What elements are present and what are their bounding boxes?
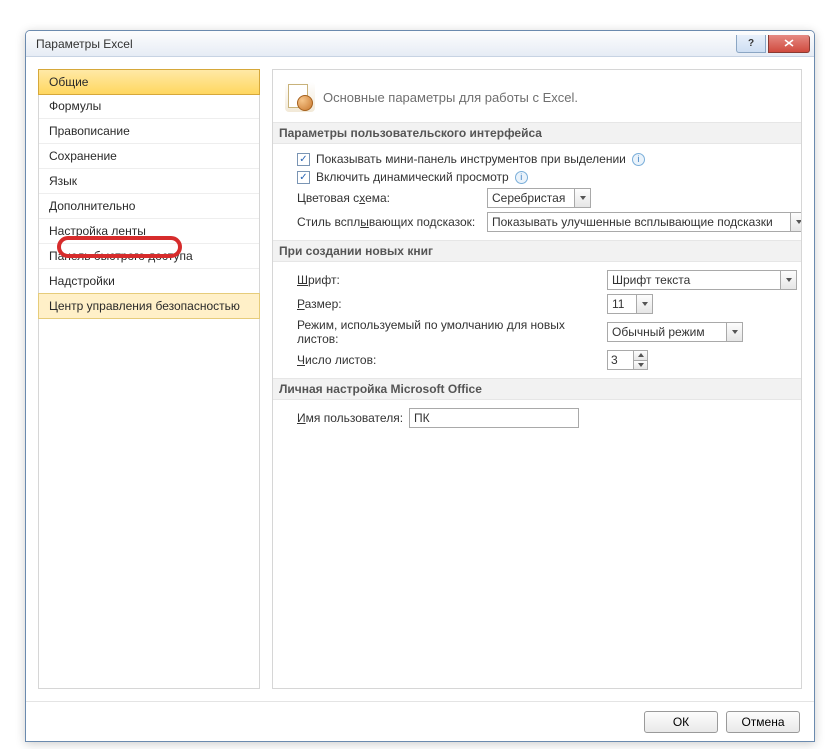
label-sheets: Число листов:: [297, 353, 597, 367]
label-tooltip-style: Стиль всплывающих подсказок:: [297, 215, 477, 229]
close-button[interactable]: [768, 35, 810, 53]
options-dialog: Параметры Excel ? Общие Формулы Правопис…: [25, 30, 815, 742]
nav-item-quick-access[interactable]: Панель быстрого доступа: [39, 244, 259, 269]
combo-tooltip-style[interactable]: Показывать улучшенные всплывающие подска…: [487, 212, 802, 232]
label-default-view: Режим, используемый по умолчанию для нов…: [297, 318, 597, 346]
combo-default-view[interactable]: Обычный режим: [607, 322, 743, 342]
nav-item-save[interactable]: Сохранение: [39, 144, 259, 169]
label-live-preview: Включить динамический просмотр: [316, 170, 509, 184]
spinner-sheets[interactable]: 3: [607, 350, 648, 370]
nav-item-trust-center[interactable]: Центр управления безопасностью: [38, 293, 260, 319]
spinner-up-icon: [633, 350, 648, 360]
window-title: Параметры Excel: [36, 37, 133, 51]
label-color-scheme: Цветовая схема:: [297, 191, 477, 205]
help-button[interactable]: ?: [736, 35, 766, 53]
ok-button[interactable]: ОК: [644, 711, 718, 733]
content-pane: Основные параметры для работы с Excel. П…: [272, 69, 802, 689]
page-subtitle: Основные параметры для работы с Excel.: [323, 90, 578, 105]
chevron-down-icon: [780, 271, 796, 289]
label-size: Размер:: [297, 297, 597, 311]
nav-item-addins[interactable]: Надстройки: [39, 269, 259, 294]
nav-item-proofing[interactable]: Правописание: [39, 119, 259, 144]
info-icon[interactable]: i: [515, 171, 528, 184]
combo-color-scheme[interactable]: Серебристая: [487, 188, 591, 208]
page-icon: [285, 82, 315, 112]
spinner-down-icon: [633, 360, 648, 371]
nav-item-advanced[interactable]: Дополнительно: [39, 194, 259, 219]
section-newbook-header: При создании новых книг: [273, 240, 801, 262]
chevron-down-icon: [636, 295, 652, 313]
label-font: Шрифт:: [297, 273, 597, 287]
nav-item-general[interactable]: Общие: [38, 69, 260, 95]
info-icon[interactable]: i: [632, 153, 645, 166]
chevron-down-icon: [574, 189, 590, 207]
section-ui-header: Параметры пользовательского интерфейса: [273, 122, 801, 144]
section-personal-header: Личная настройка Microsoft Office: [273, 378, 801, 400]
input-username[interactable]: ПК: [409, 408, 579, 428]
checkbox-mini-toolbar[interactable]: ✓: [297, 153, 310, 166]
nav-item-language[interactable]: Язык: [39, 169, 259, 194]
label-mini-toolbar: Показывать мини-панель инструментов при …: [316, 152, 626, 166]
chevron-down-icon: [790, 213, 802, 231]
dialog-footer: ОК Отмена: [26, 701, 814, 741]
nav-item-formulas[interactable]: Формулы: [39, 94, 259, 119]
label-username: Имя пользователя:: [297, 411, 403, 425]
combo-size[interactable]: 11: [607, 294, 653, 314]
chevron-down-icon: [726, 323, 742, 341]
title-bar: Параметры Excel ?: [26, 31, 814, 57]
cancel-button[interactable]: Отмена: [726, 711, 800, 733]
checkbox-live-preview[interactable]: ✓: [297, 171, 310, 184]
combo-font[interactable]: Шрифт текста: [607, 270, 797, 290]
category-nav: Общие Формулы Правописание Сохранение Яз…: [38, 69, 260, 689]
nav-item-customize-ribbon[interactable]: Настройка ленты: [39, 219, 259, 244]
